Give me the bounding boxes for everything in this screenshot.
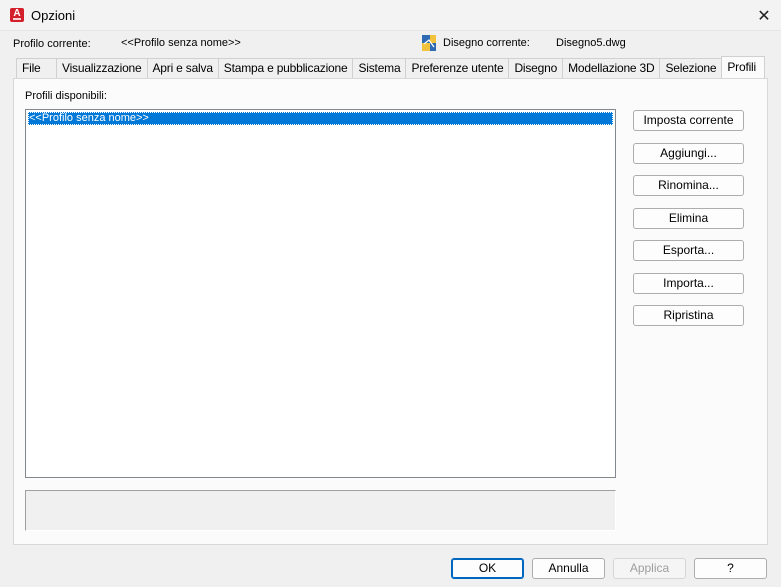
current-drawing-label: Disegno corrente: — [443, 37, 530, 49]
tab-stampa-e-pubblicazione[interactable]: Stampa e pubblicazione — [217, 58, 354, 78]
tab-strip: File Visualizzazione Apri e salva Stampa… — [16, 56, 766, 78]
reset-button[interactable]: Ripristina — [633, 305, 744, 326]
current-profile-label: Profilo corrente: — [13, 38, 91, 50]
add-button[interactable]: Aggiungi... — [633, 143, 744, 164]
drawing-file-icon — [422, 35, 436, 51]
current-drawing-value: Disegno5.dwg — [556, 37, 626, 49]
import-button[interactable]: Importa... — [633, 273, 744, 294]
tab-file[interactable]: File — [16, 58, 57, 78]
cancel-button[interactable]: Annulla — [532, 558, 605, 579]
profiles-listbox[interactable]: <<Profilo senza nome>> — [25, 109, 616, 478]
profiles-panel: Profili disponibili: <<Profilo senza nom… — [13, 78, 768, 545]
list-item[interactable]: <<Profilo senza nome>> — [28, 112, 613, 125]
profile-description-box — [25, 490, 616, 531]
tab-preferenze-utente[interactable]: Preferenze utente — [405, 58, 510, 78]
help-button[interactable]: ? — [694, 558, 767, 579]
window-title: Opzioni — [31, 8, 76, 23]
export-button[interactable]: Esporta... — [633, 240, 744, 261]
profiles-list-label: Profili disponibili: — [25, 90, 107, 102]
tab-profili[interactable]: Profili — [721, 56, 766, 78]
tab-apri-e-salva[interactable]: Apri e salva — [146, 58, 219, 78]
tab-modellazione-3d[interactable]: Modellazione 3D — [562, 58, 661, 78]
tab-sistema[interactable]: Sistema — [352, 58, 407, 78]
tab-selezione[interactable]: Selezione — [659, 58, 723, 78]
close-icon[interactable]: ✕ — [747, 0, 781, 31]
title-bar: A Opzioni ✕ — [0, 0, 781, 31]
ok-button[interactable]: OK — [451, 558, 524, 579]
rename-button[interactable]: Rinomina... — [633, 175, 744, 196]
current-profile-value: <<Profilo senza nome>> — [121, 37, 241, 49]
tab-visualizzazione[interactable]: Visualizzazione — [56, 58, 148, 78]
autocad-app-icon: A — [10, 8, 24, 22]
tab-disegno[interactable]: Disegno — [508, 58, 564, 78]
delete-button[interactable]: Elimina — [633, 208, 744, 229]
set-current-button[interactable]: Imposta corrente — [633, 110, 744, 131]
apply-button[interactable]: Applica — [613, 558, 686, 579]
